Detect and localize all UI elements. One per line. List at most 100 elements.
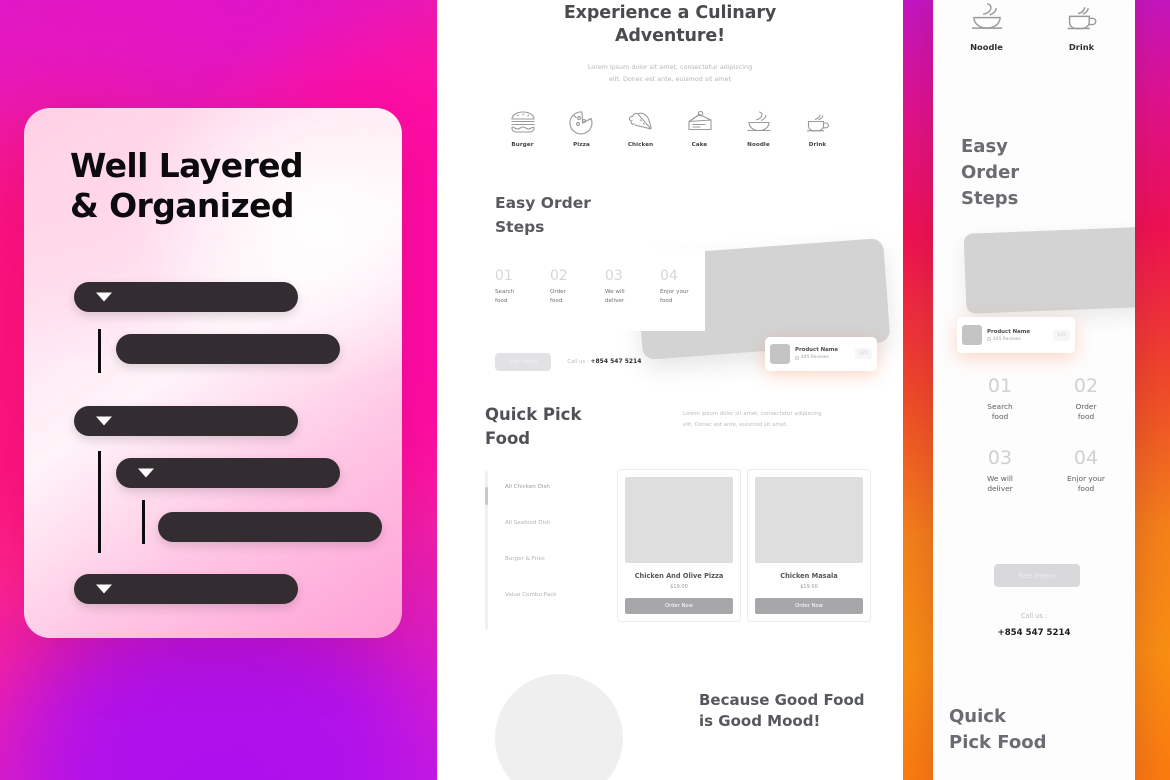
good-food-title-line-1: Because Good Food [699, 690, 865, 709]
mobile-category-drink[interactable]: Drink [1062, 0, 1102, 52]
step-item: 02 Order food [550, 267, 584, 306]
pizza-icon [568, 111, 592, 135]
step-text: Enjor your food [1043, 474, 1129, 495]
quick-pick-nav-item-3[interactable]: Value Combo Pack [505, 577, 617, 613]
layer-group-2[interactable] [74, 406, 298, 436]
mobile-category-row: Noodle Drink [933, 0, 1135, 52]
layer-indent-guide-2 [98, 451, 101, 553]
star-icon [795, 355, 799, 360]
chevron-down-icon [96, 292, 112, 302]
order-now-button[interactable]: Order Now [625, 597, 733, 614]
quick-pick-header: Quick Pick Food Lorem ipsum dolor sit am… [485, 403, 873, 451]
step-text-line-1: Enjor your [660, 289, 689, 296]
product-reviews-text: 445 Reviews [801, 355, 829, 361]
step-number: 01 [495, 267, 513, 284]
category-burger[interactable]: Burger [503, 109, 543, 148]
category-noodle[interactable]: Noodle [739, 109, 779, 148]
food-name: Chicken And Olive Pizza [634, 571, 724, 580]
step-text: Search food [495, 288, 529, 305]
product-card[interactable]: Product Name 445 Reviews $25 [765, 336, 877, 371]
quick-pick-body: All Chicken Dish All Seafood Dish Burger… [485, 468, 873, 629]
product-thumbnail [770, 343, 790, 364]
food-price: $19.00 [800, 583, 818, 590]
category-chicken[interactable]: Chicken [621, 109, 661, 148]
category-label: Pizza [573, 141, 590, 148]
quick-pick-nav: All Chicken Dish All Seafood Dish Burger… [485, 469, 617, 629]
burger-icon [510, 111, 535, 133]
layer-group-4[interactable] [74, 574, 298, 604]
product-reviews: 445 Reviews [795, 355, 850, 360]
category-label: Cake [691, 141, 708, 148]
easy-order-title-line-1: Easy Order [495, 193, 591, 212]
step-text-line-2: food [550, 297, 563, 304]
step-text-line-2: deliver [605, 297, 625, 304]
hero-subtext-line-2: elit. Donec est ante, euismod sit amet [608, 74, 732, 83]
step-text-line-1: Order [1075, 401, 1097, 411]
category-label: Chicken [627, 141, 654, 148]
phone-number[interactable]: +854 547 5214 [590, 358, 641, 365]
mobile-quick-pick-title: Quick Pick Food [949, 704, 1046, 756]
mobile-quick-pick-title-line-1: Quick [949, 706, 1006, 727]
layer-list [24, 108, 402, 638]
easy-order-section: Easy Order Steps 01 Search food 02 Order… [437, 191, 903, 381]
quick-pick-title-line-1: Quick Pick [485, 404, 582, 424]
step-number: 02 [550, 267, 568, 284]
mobile-product-card[interactable]: Product Name 445 Reviews $25 [957, 317, 1075, 353]
category-drink[interactable]: Drink [798, 109, 838, 148]
good-food-section: Because Good Food is Good Mood! [437, 652, 903, 780]
easy-order-title: Easy Order Steps [495, 191, 615, 239]
good-food-image [495, 673, 623, 780]
step-text: We will deliver [957, 474, 1043, 495]
layer-child-3[interactable] [158, 512, 382, 542]
layer-group-3[interactable] [116, 458, 340, 488]
mobile-easy-order-title-line-3: Steps [961, 188, 1019, 210]
step-text: We will deliver [605, 288, 639, 305]
layer-child-1[interactable] [116, 334, 340, 364]
feature-card: Well Layered & Organized [24, 108, 402, 638]
hero-subtext-line-1: Lorem ipsum dolor sit amet, consectetur … [587, 62, 753, 71]
food-card[interactable]: Chicken And Olive Pizza $19.00 Order Now [617, 468, 741, 622]
food-image [625, 476, 733, 563]
chevron-down-icon [96, 584, 112, 594]
quick-pick-nav-item-0[interactable]: All Chicken Dish [505, 469, 617, 505]
hero-heading: Experience a Culinary Adventure! [437, 2, 903, 49]
mobile-phone-number[interactable]: +854 547 5214 [933, 628, 1135, 638]
step-text: Search food [957, 402, 1043, 423]
mobile-step-item: 02 Order food [1043, 375, 1129, 423]
hero-heading-line-2: Adventure! [614, 26, 726, 47]
drink-icon [806, 114, 829, 132]
food-price: $19.00 [670, 583, 688, 590]
product-name: Product Name [795, 347, 839, 354]
layer-indent-guide-1 [98, 329, 101, 373]
food-card[interactable]: Chicken Masala $19.00 Order Now [747, 468, 871, 622]
mobile-step-item: 03 We will deliver [957, 448, 1043, 495]
mobile-category-noodle[interactable]: Noodle [967, 0, 1007, 52]
quick-pick-title: Quick Pick Food [485, 403, 615, 451]
see-menu-button[interactable]: See menu [495, 352, 552, 371]
product-reviews: 445 Reviews [987, 337, 1048, 342]
step-text: Order food [1043, 402, 1129, 423]
step-text-line-1: Search [987, 401, 1013, 411]
step-text-line-2: deliver [987, 483, 1013, 493]
mobile-easy-order-title-line-1: Easy [961, 136, 1008, 157]
easy-order-cta-row: See menu Call us : +854 547 5214 [495, 352, 641, 371]
quick-pick-nav-item-1[interactable]: All Seafood Dish [505, 505, 617, 541]
food-card-list: Chicken And Olive Pizza $19.00 Order Now… [617, 468, 871, 622]
chevron-down-icon [138, 468, 154, 478]
quick-pick-nav-item-2[interactable]: Burger & Fries [505, 541, 617, 577]
product-price: $25 [855, 348, 872, 360]
step-number: 02 [1073, 375, 1099, 397]
step-text-line-2: food [991, 412, 1009, 422]
layer-group-1[interactable] [74, 282, 298, 312]
scrollbar-thumb[interactable] [485, 486, 488, 505]
category-pizza[interactable]: Pizza [562, 109, 602, 148]
quick-pick-subtext-line-1: Lorem ipsum dolor sit amet, consectetur … [683, 410, 822, 417]
mobile-see-menu-button[interactable]: See menu [994, 564, 1080, 587]
order-now-button[interactable]: Order Now [755, 597, 863, 614]
drink-icon [1067, 7, 1096, 30]
mobile-easy-order-title: Easy Order Steps [961, 134, 1135, 212]
category-cake[interactable]: Cake [680, 109, 720, 148]
step-text-line-1: We will [605, 289, 625, 296]
good-food-title-line-2: is Good Mood! [699, 712, 821, 731]
step-text-line-2: food [1077, 483, 1095, 493]
